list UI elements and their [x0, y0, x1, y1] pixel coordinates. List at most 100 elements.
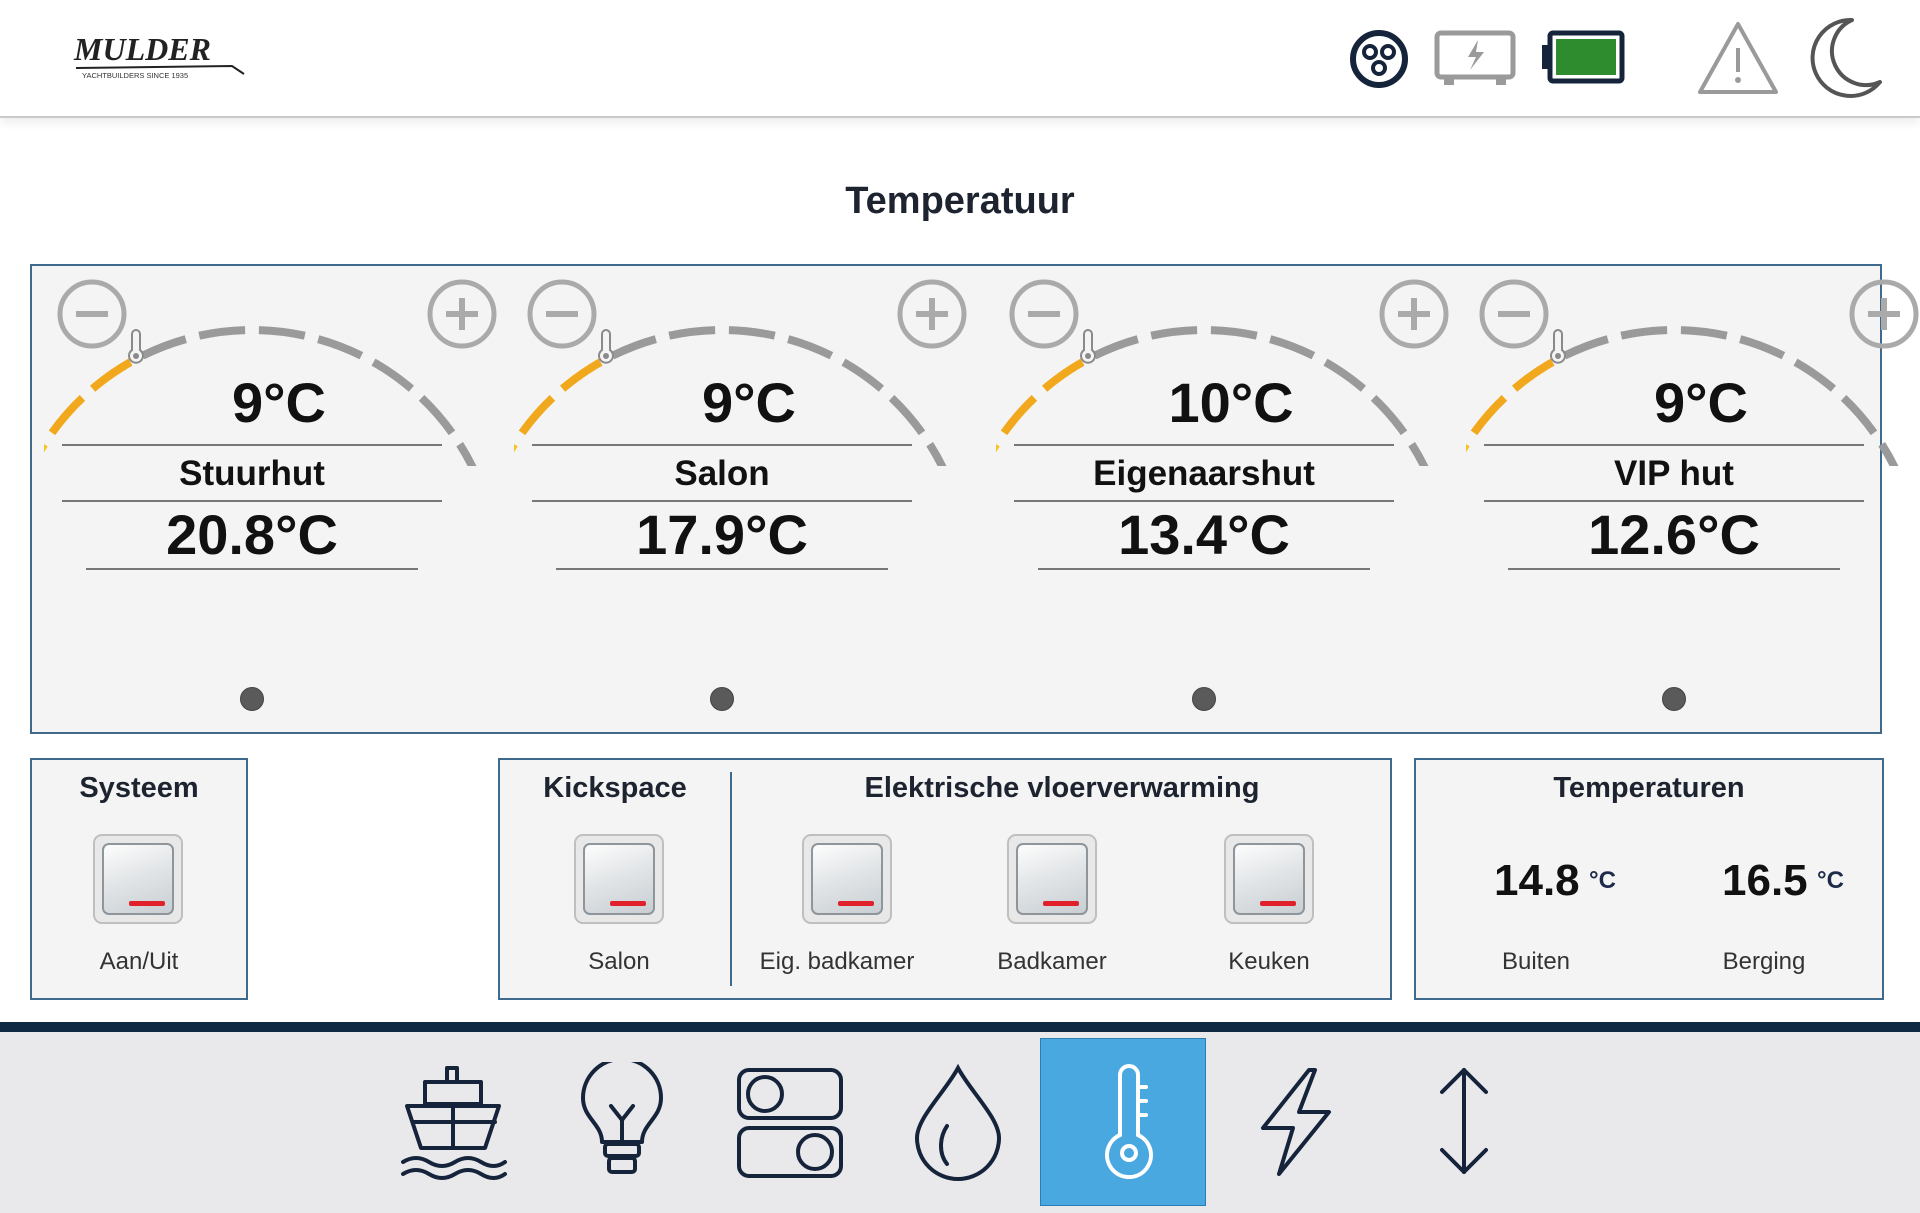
thermometer-small-icon	[598, 329, 614, 364]
switch-led	[838, 901, 874, 906]
gauge-segment	[926, 442, 947, 466]
switch-led	[1260, 901, 1296, 906]
divider	[556, 568, 888, 570]
switch-face	[1016, 843, 1088, 915]
decrease-button[interactable]	[526, 278, 598, 350]
zone-name: Eigenaarshut	[1093, 454, 1315, 493]
badkamer-label: Badkamer	[997, 948, 1107, 975]
status-indicator	[710, 687, 734, 711]
gauge-segment	[456, 442, 477, 466]
zone-eigenaarshut: 10°C Eigenaarshut 13.4°C	[996, 266, 1466, 732]
keuken-label: Keuken	[1228, 948, 1310, 975]
gauge-segment	[1739, 335, 1786, 360]
status-indicator	[1662, 687, 1686, 711]
increase-button[interactable]	[1848, 278, 1920, 350]
decrease-button[interactable]	[56, 278, 128, 350]
switch-led	[129, 901, 165, 906]
zone-stuurhut: 9°C Stuurhut 20.8°C	[44, 266, 514, 732]
gauge-segment	[1408, 442, 1429, 466]
switch-face	[102, 843, 174, 915]
berging-unit: °C	[1817, 867, 1844, 894]
nav-leveling[interactable]	[1376, 1042, 1542, 1212]
setpoint-value: 10°C	[1168, 371, 1294, 434]
setpoint-value: 9°C	[702, 371, 796, 434]
divider	[532, 444, 912, 446]
nav-switches[interactable]	[702, 1042, 868, 1212]
buiten-value: 14.8	[1494, 856, 1580, 905]
current-temperature: 13.4°C	[1118, 503, 1290, 566]
logo-subtext: YACHTBUILDERS SINCE 1935	[82, 71, 188, 80]
vloerverwarming-title: Elektrische vloerverwarming	[864, 772, 1260, 804]
divider	[1038, 568, 1370, 570]
battery-icon	[1540, 30, 1626, 91]
divider	[86, 568, 418, 570]
increase-button[interactable]	[426, 278, 498, 350]
systeem-switch-label: Aan/Uit	[99, 948, 179, 975]
header-bar: MULDER YACHTBUILDERS SINCE 1935	[0, 0, 1920, 118]
battery-fill	[1556, 39, 1616, 75]
kickspace-salon-switch[interactable]	[574, 834, 664, 924]
eig-badkamer-switch[interactable]	[802, 834, 892, 924]
gauge-segment	[610, 335, 657, 360]
lightbulb-icon	[581, 1062, 663, 1174]
switch-face	[1233, 843, 1305, 915]
increase-button[interactable]	[896, 278, 968, 350]
thermometer-icon	[1105, 1064, 1153, 1179]
divider	[1508, 568, 1840, 570]
systeem-switch[interactable]	[93, 834, 183, 924]
systeem-title: Systeem	[79, 772, 199, 804]
thermometer-small-icon	[1550, 329, 1566, 364]
zone-name: Stuurhut	[179, 454, 325, 493]
switch-face	[811, 843, 883, 915]
zone-name: Salon	[674, 454, 770, 493]
zone-vip-hut: 9°C VIP hut 12.6°C	[1466, 266, 1920, 732]
increase-button[interactable]	[1378, 278, 1450, 350]
nav-lighting[interactable]	[534, 1042, 700, 1212]
nav-boat[interactable]	[366, 1042, 532, 1212]
decrease-button[interactable]	[1008, 278, 1080, 350]
berging-value: 16.5	[1722, 856, 1808, 905]
status-indicator	[240, 687, 264, 711]
gauge-segment	[787, 335, 834, 360]
gauge-segment	[1562, 335, 1609, 360]
heating-panel: Kickspace Elektrische vloerverwarming Sa…	[498, 758, 1392, 1000]
gauge-segment	[1269, 335, 1316, 360]
boat-icon	[401, 1066, 507, 1180]
gauge-segment	[198, 326, 246, 340]
keuken-switch[interactable]	[1224, 834, 1314, 924]
switch-led	[610, 901, 646, 906]
gauge-segment	[140, 335, 187, 360]
buiten-label: Buiten	[1501, 948, 1571, 975]
charger-icon[interactable]	[1434, 30, 1516, 93]
night-mode-icon[interactable]	[1808, 16, 1884, 103]
buiten-unit: °C	[1589, 867, 1616, 894]
decrease-button[interactable]	[1478, 278, 1550, 350]
warning-icon[interactable]	[1696, 20, 1780, 101]
kickspace-salon-label: Salon	[588, 948, 650, 975]
nav-temperature[interactable]	[1040, 1038, 1206, 1206]
current-temperature: 17.9°C	[636, 503, 808, 566]
page-title: Temperatuur	[845, 180, 1075, 222]
switches-icon	[737, 1068, 843, 1178]
thermostat-panel: 9°C Stuurhut 20.8°C 9°C Salon 17.9°C 10°…	[30, 264, 1919, 734]
divider	[62, 444, 442, 446]
badkamer-switch[interactable]	[1007, 834, 1097, 924]
gauge-segment	[1680, 326, 1728, 340]
water-drop-icon	[914, 1063, 1002, 1181]
lightning-icon	[1261, 1068, 1331, 1176]
gauge-segment	[1150, 326, 1198, 340]
gauge-segment	[258, 326, 306, 340]
setpoint-value: 9°C	[232, 371, 326, 434]
gauge-segment	[1210, 326, 1258, 340]
shore-power-icon[interactable]	[1348, 28, 1410, 95]
thermometer-small-icon	[128, 329, 144, 364]
gauge-segment	[1878, 442, 1899, 466]
nav-water[interactable]	[870, 1042, 1036, 1212]
kickspace-title: Kickspace	[543, 772, 687, 804]
gauge-segment	[317, 335, 364, 360]
eig-badkamer-label: Eig. badkamer	[759, 948, 915, 975]
gauge-segment	[668, 326, 716, 340]
nav-electricity[interactable]	[1208, 1042, 1374, 1212]
current-temperature: 20.8°C	[166, 503, 338, 566]
bottom-navigation	[0, 1022, 1920, 1213]
